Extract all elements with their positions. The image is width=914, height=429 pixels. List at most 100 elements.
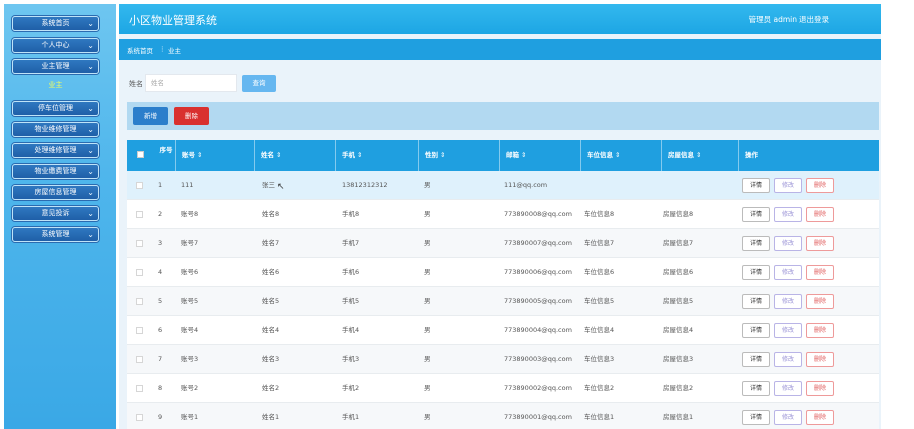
cell-gender: 男 (424, 326, 431, 334)
sidebar-item-profile[interactable]: 个人中心 ⌄ (12, 38, 99, 53)
table-row[interactable]: 7 账号3 姓名3 手机3 男 773890003@qq.com 车位信息3 房屋信息3 详情修… (127, 345, 879, 374)
detail-button[interactable]: 详情 (742, 381, 770, 396)
column-header-house[interactable]: 房屋信息 ⇕ (661, 140, 737, 171)
remove-button[interactable]: 删除 (806, 410, 834, 425)
edit-button[interactable]: 修改 (774, 178, 802, 193)
detail-button[interactable]: 详情 (742, 236, 770, 251)
chevron-down-icon: ⌄ (87, 167, 94, 176)
search-input[interactable]: 姓名 (145, 74, 237, 92)
sort-icon: ⇕ (615, 151, 621, 159)
detail-button[interactable]: 详情 (742, 178, 770, 193)
detail-button[interactable]: 详情 (742, 410, 770, 425)
edit-button[interactable]: 修改 (774, 236, 802, 251)
row-checkbox[interactable] (136, 269, 143, 276)
row-checkbox[interactable] (136, 327, 143, 334)
column-header-label: 姓名 (261, 151, 274, 159)
chevron-down-icon: ⌄ (87, 19, 94, 28)
breadcrumb-home[interactable]: 系统首页 (127, 45, 153, 55)
detail-button[interactable]: 详情 (742, 265, 770, 280)
row-checkbox[interactable] (136, 385, 143, 392)
table-row[interactable]: 2 账号8 姓名8 手机8 男 773890008@qq.com 车位信息8 房屋信息8 详情修… (127, 200, 879, 229)
detail-button[interactable]: 详情 (742, 323, 770, 338)
table-row[interactable]: 4 账号6 姓名6 手机6 男 773890006@qq.com 车位信息6 房屋信息6 详情修… (127, 258, 879, 287)
select-all-checkbox[interactable] (137, 151, 144, 158)
row-checkbox[interactable] (136, 298, 143, 305)
sidebar-item-owners[interactable]: 业主管理 ⌄ (12, 59, 99, 74)
cell-parking: 车位信息3 (584, 355, 615, 363)
edit-button[interactable]: 修改 (774, 323, 802, 338)
app-root: 系统首页 ⌄ 个人中心 ⌄ 业主管理 ⌄ 业主 停车位管理 ⌄ 物业维修管理 ⌄ 处理维修… (0, 0, 914, 429)
column-header-phone[interactable]: 手机 ⇕ (335, 140, 417, 171)
cell-no: 2 (158, 210, 163, 218)
sidebar-item-label: 意见投诉 (41, 209, 70, 217)
row-checkbox[interactable] (136, 356, 143, 363)
cell-house: 房屋信息7 (663, 239, 694, 247)
cell-gender: 男 (424, 268, 431, 276)
table-row[interactable]: 3 账号7 姓名7 手机7 男 773890007@qq.com 车位信息7 房屋信息7 详情修… (127, 229, 879, 258)
cell-account: 账号7 (181, 239, 199, 247)
column-header-label: 车位信息 (587, 151, 613, 159)
edit-button[interactable]: 修改 (774, 381, 802, 396)
sort-icon: ⇕ (276, 151, 282, 159)
edit-button[interactable]: 修改 (774, 294, 802, 309)
column-header-parking[interactable]: 车位信息 ⇕ (580, 140, 660, 171)
table-row[interactable]: 8 账号2 姓名2 手机2 男 773890002@qq.com 车位信息2 房屋信息2 详情修… (127, 374, 879, 403)
detail-button[interactable]: 详情 (742, 352, 770, 367)
breadcrumb-separator: ⋮ (159, 45, 166, 53)
sidebar-item-housing[interactable]: 房屋信息管理 ⌄ (12, 185, 99, 200)
remove-button[interactable]: 删除 (806, 265, 834, 280)
sidebar-item-complaints[interactable]: 意见投诉 ⌄ (12, 206, 99, 221)
row-checkbox[interactable] (136, 240, 143, 247)
remove-button[interactable]: 删除 (806, 236, 834, 251)
row-checkbox[interactable] (136, 414, 143, 421)
cell-account: 账号3 (181, 355, 199, 363)
sidebar-item-repair-handling[interactable]: 处理维修管理 ⌄ (12, 143, 99, 158)
row-checkbox[interactable] (136, 211, 143, 218)
sidebar-item-parking[interactable]: 停车位管理 ⌄ (12, 101, 99, 116)
cell-email: 773890006@qq.com (504, 268, 572, 276)
add-button[interactable]: 新增 (133, 107, 168, 125)
table-row[interactable]: 6 账号4 姓名4 手机4 男 773890004@qq.com 车位信息4 房屋信息4 详情修… (127, 316, 879, 345)
sidebar-item-home[interactable]: 系统首页 ⌄ (12, 16, 99, 31)
remove-button[interactable]: 删除 (806, 381, 834, 396)
cell-parking: 车位信息5 (584, 297, 615, 305)
column-header-account[interactable]: 账号 ⇕ (175, 140, 253, 171)
search-button[interactable]: 查询 (242, 75, 276, 92)
sort-icon: ⇕ (440, 151, 446, 159)
chevron-down-icon: ⌄ (87, 104, 94, 113)
table-row[interactable]: 1 111 张三 13812312312 男 111@qq.com 详情 修改 删除 (127, 171, 879, 200)
edit-button[interactable]: 修改 (774, 207, 802, 222)
cell-parking: 车位信息6 (584, 268, 615, 276)
detail-button[interactable]: 详情 (742, 294, 770, 309)
column-header-actions: 操作 (738, 140, 879, 171)
table-row[interactable]: 5 账号5 姓名5 手机5 男 773890005@qq.com 车位信息5 房屋信息5 详情修… (127, 287, 879, 316)
sidebar-item-fees[interactable]: 物业缴费管理 ⌄ (12, 164, 99, 179)
edit-button[interactable]: 修改 (774, 352, 802, 367)
remove-button[interactable]: 删除 (806, 294, 834, 309)
cell-name: 姓名7 (262, 239, 280, 247)
sidebar-subitem-owner[interactable]: 业主 (12, 78, 99, 92)
logout-link[interactable]: 退出登录 (799, 14, 829, 25)
cell-house: 房屋信息8 (663, 210, 694, 218)
cell-phone: 手机1 (342, 413, 360, 421)
column-header-gender[interactable]: 性别 ⇕ (418, 140, 498, 171)
remove-button[interactable]: 删除 (806, 178, 834, 193)
remove-button[interactable]: 删除 (806, 207, 834, 222)
sidebar-item-repair[interactable]: 物业维修管理 ⌄ (12, 122, 99, 137)
sidebar-item-system[interactable]: 系统管理 ⌄ (12, 227, 99, 242)
column-header-email[interactable]: 邮箱 ⇕ (499, 140, 579, 171)
column-header-label: 账号 (182, 151, 195, 159)
cell-no: 5 (158, 297, 163, 305)
cell-phone: 手机8 (342, 210, 360, 218)
cell-house: 房屋信息1 (663, 413, 694, 421)
remove-button[interactable]: 删除 (806, 323, 834, 338)
detail-button[interactable]: 详情 (742, 207, 770, 222)
edit-button[interactable]: 修改 (774, 265, 802, 280)
delete-button[interactable]: 删除 (174, 107, 209, 125)
remove-button[interactable]: 删除 (806, 352, 834, 367)
column-header-name[interactable]: 姓名 ⇕ (254, 140, 334, 171)
cell-gender: 男 (424, 297, 431, 305)
table-row[interactable]: 9 账号1 姓名1 手机1 男 773890001@qq.com 车位信息1 房屋信息1 详情修… (127, 403, 879, 429)
row-checkbox[interactable] (136, 182, 143, 189)
edit-button[interactable]: 修改 (774, 410, 802, 425)
